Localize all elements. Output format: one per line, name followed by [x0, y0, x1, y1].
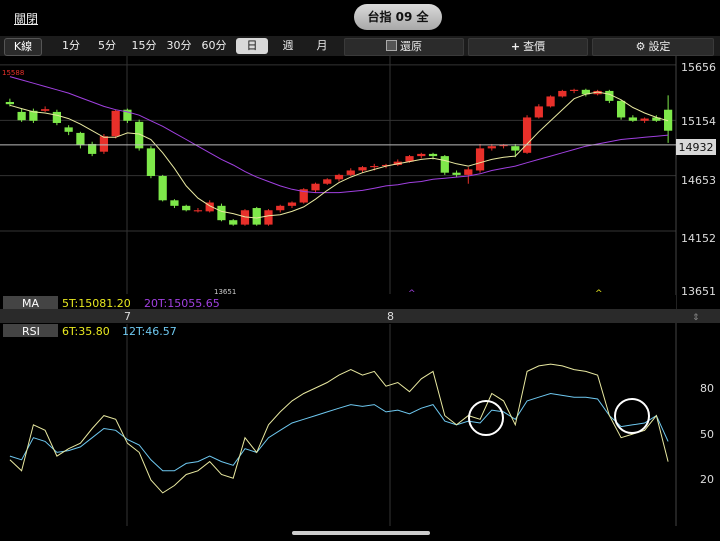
candle-body [41, 109, 50, 111]
candle-body [146, 148, 156, 176]
price-tick: 15656 [681, 61, 716, 74]
candle-body [311, 183, 320, 191]
candle-body [334, 174, 344, 180]
rsi-label: RSI [22, 325, 40, 338]
top-bar: 關閉 台指 09 全 [0, 0, 720, 36]
symbol-selector[interactable]: 台指 09 全 [354, 4, 442, 30]
candle-body [170, 200, 179, 206]
candle-body [158, 176, 167, 201]
candle-body [88, 143, 97, 154]
timeframe-5min[interactable]: 5分 [94, 38, 120, 54]
ma20-value: 20T:15055.65 [144, 297, 220, 310]
ma-label: MA [22, 297, 39, 310]
restore-button[interactable]: 還原 [344, 38, 464, 56]
candle-body [111, 110, 120, 137]
candle-body [569, 89, 579, 91]
rsi12-line [9, 392, 669, 472]
candle-body [370, 166, 379, 168]
candle-body [217, 205, 226, 221]
chart-area[interactable]: 14932 15656 15154 14653 14152 13651 1558… [0, 56, 720, 541]
candle-body [64, 127, 73, 132]
highlight-circle [614, 398, 650, 434]
restore-label: 還原 [400, 40, 422, 53]
candle-body [193, 210, 203, 212]
candle-body [534, 106, 543, 118]
price-tick: 14152 [681, 232, 716, 245]
timeframe-60min[interactable]: 60分 [198, 38, 230, 54]
candle-body [628, 117, 637, 121]
candle-body [616, 100, 626, 118]
plus-icon: + [510, 40, 521, 53]
rsi-tick: 50 [700, 428, 714, 441]
chart-toolbar: K線 1分 5分 15分 30分 60分 日 週 月 還原 + 查價 ⚙ 設定 [0, 36, 720, 56]
candle-body [475, 148, 485, 171]
candle-body [428, 153, 438, 157]
rsi6-line [9, 363, 669, 494]
candle-body [440, 156, 449, 173]
candle-body [52, 111, 62, 123]
checkbox-icon [386, 40, 397, 51]
price-tick: 14653 [681, 174, 716, 187]
candle-body [287, 202, 297, 206]
ma5-value: 5T:15081.20 [62, 297, 131, 310]
timeframe-month[interactable]: 月 [310, 38, 334, 54]
candle-body [323, 179, 332, 184]
candle-body [99, 136, 109, 152]
price-tick: 13651 [681, 285, 716, 298]
candle-body [487, 146, 496, 149]
candle-body [252, 208, 261, 225]
gear-icon: ⚙ [635, 40, 646, 53]
candle-body [17, 111, 26, 121]
candle-body [264, 210, 273, 225]
candle-body [358, 167, 367, 171]
candle-body [546, 96, 555, 107]
x-tick: 8 [387, 310, 394, 323]
lookup-button[interactable]: + 查價 [468, 38, 588, 56]
kline-tab[interactable]: K線 [4, 38, 42, 56]
settings-button[interactable]: ⚙ 設定 [592, 38, 714, 56]
candle-body [452, 172, 461, 175]
low-marker: 13651 [214, 288, 236, 296]
timeframe-15min[interactable]: 15分 [128, 38, 160, 54]
candle-body [346, 170, 355, 175]
candle-body [276, 205, 285, 211]
candle-body [464, 169, 473, 175]
chart-canvas[interactable]: 14932 15656 15154 14653 14152 13651 1558… [0, 56, 720, 541]
high-marker: 15588 [2, 69, 24, 77]
candle-body [182, 205, 191, 211]
ma5-line [9, 91, 669, 219]
candle-body [640, 118, 649, 121]
settings-label: 設定 [648, 40, 671, 53]
candle-body [511, 146, 520, 151]
candle-body [417, 153, 426, 157]
timeframe-week[interactable]: 週 [276, 38, 300, 54]
rsi-tick: 80 [700, 382, 714, 395]
rsi-tick: 20 [700, 473, 714, 486]
x-axis-bar [0, 309, 720, 323]
scroll-arrows-icon[interactable]: ⇕ [692, 313, 700, 323]
candlesticks [5, 88, 673, 226]
timeframe-30min[interactable]: 30分 [163, 38, 195, 54]
candle-body [229, 220, 238, 225]
rsi6-value: 6T:35.80 [62, 325, 110, 338]
price-tick: 15154 [681, 115, 716, 128]
grid-lines [0, 56, 677, 526]
x-tick: 7 [124, 310, 131, 323]
rsi12-value: 12T:46.57 [122, 325, 177, 338]
candle-body [558, 90, 567, 97]
timeframe-day[interactable]: 日 [236, 38, 268, 54]
timeframe-1min[interactable]: 1分 [58, 38, 84, 54]
close-button[interactable]: 關閉 [14, 10, 38, 27]
home-indicator[interactable] [292, 531, 430, 535]
current-price-value: 14932 [679, 141, 714, 154]
candle-body [76, 132, 85, 146]
lookup-label: 查價 [523, 40, 546, 53]
candle-body [5, 101, 14, 105]
